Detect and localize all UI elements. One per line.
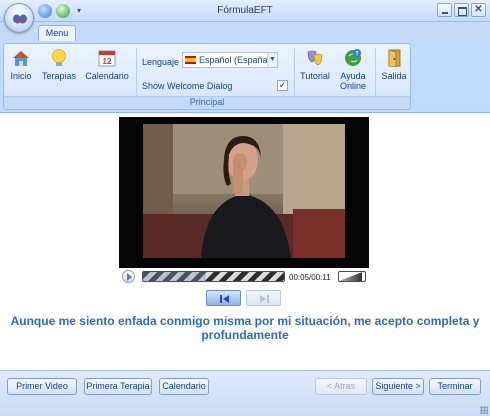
application-orb-button[interactable] <box>4 3 34 33</box>
ribbon: Inicio Terapias 12 Calendario Lenguaje E… <box>0 41 490 113</box>
skip-back-icon <box>220 295 229 303</box>
ribbon-tab-strip: Menu <box>0 22 490 42</box>
salida-label: Salida <box>381 71 407 81</box>
lightbulb-icon <box>49 48 69 68</box>
video-time: 00:05/00:11 <box>289 273 331 282</box>
finish-button[interactable]: Terminar <box>429 378 481 395</box>
title-bar: ▾ FórmulaEFT ✕ <box>0 0 490 22</box>
house-icon <box>11 48 31 68</box>
video-still-image <box>143 124 345 258</box>
ribbon-group-principal: Inicio Terapias 12 Calendario Lenguaje E… <box>3 43 411 110</box>
progress-fill <box>143 272 207 281</box>
calendario-button[interactable]: Calendario <box>159 378 209 395</box>
calendar-icon: 12 <box>97 48 117 68</box>
ayuda-label-line2: Online <box>339 81 366 91</box>
back-button[interactable]: < Atras <box>315 378 367 395</box>
inicio-button[interactable]: Inicio <box>8 48 34 81</box>
volume-level <box>339 272 363 281</box>
chevron-down-icon[interactable]: ▼ <box>267 53 277 67</box>
video-frame <box>143 124 345 258</box>
svg-text:12: 12 <box>103 57 112 66</box>
previous-step-button[interactable] <box>206 290 241 306</box>
calendario-label: Calendario <box>85 71 129 81</box>
calendario-ribbon-button[interactable]: 12 Calendario <box>84 48 130 81</box>
resize-grip[interactable] <box>480 406 488 414</box>
welcome-dialog-label: Show Welcome Dialog <box>142 81 233 91</box>
exit-door-icon <box>384 48 404 68</box>
window-controls: ✕ <box>437 3 486 17</box>
tutorial-button[interactable]: Tutorial <box>298 48 332 81</box>
spain-flag-icon <box>185 56 196 64</box>
ribbon-group-label: Principal <box>4 96 410 108</box>
close-button[interactable]: ✕ <box>471 3 486 17</box>
volume-slider[interactable] <box>338 271 366 282</box>
next-button[interactable]: Siguiente > <box>372 378 424 395</box>
ribbon-separator <box>136 48 137 96</box>
skip-forward-icon <box>260 295 269 303</box>
ayuda-label-line1: Ayuda <box>340 71 366 81</box>
primer-video-button[interactable]: Primer Video <box>7 378 77 395</box>
window-title: FórmulaEFT <box>217 5 273 16</box>
svg-text:?: ? <box>355 52 359 58</box>
masks-icon <box>305 48 325 68</box>
main-content: 00:05/00:11 Aunque me siento enfada conm… <box>0 114 490 370</box>
terapias-label: Terapias <box>41 71 77 81</box>
minimize-button[interactable] <box>437 3 452 17</box>
next-step-button[interactable] <box>246 290 281 306</box>
inicio-label: Inicio <box>10 71 32 81</box>
ribbon-separator <box>375 48 376 96</box>
primera-terapia-button[interactable]: Primera Terapia <box>84 378 152 395</box>
tab-menu[interactable]: Menu <box>38 25 76 42</box>
language-label: Lenguaje <box>142 57 180 67</box>
video-progress-bar[interactable] <box>142 271 285 282</box>
play-button[interactable] <box>122 270 135 283</box>
ayuda-online-button[interactable]: ? Ayuda Online <box>336 48 370 91</box>
language-value: Español (España, t <box>199 55 276 65</box>
tutorial-label: Tutorial <box>300 71 330 81</box>
maximize-button[interactable] <box>454 3 469 17</box>
affirmation-caption: Aunque me siento enfada conmigo misma po… <box>10 314 480 342</box>
bottom-button-bar: Primer Video Primera Terapia Calendario … <box>0 370 490 416</box>
help-globe-icon: ? <box>343 48 363 68</box>
salida-button[interactable]: Salida <box>379 48 409 81</box>
welcome-dialog-checkbox[interactable]: ✓ <box>277 80 288 91</box>
video-player[interactable] <box>119 117 369 268</box>
language-select[interactable]: Español (España, t ▼ <box>182 52 278 68</box>
terapias-button[interactable]: Terapias <box>40 48 78 81</box>
app-logo-icon <box>13 14 27 24</box>
ribbon-separator <box>294 48 295 96</box>
